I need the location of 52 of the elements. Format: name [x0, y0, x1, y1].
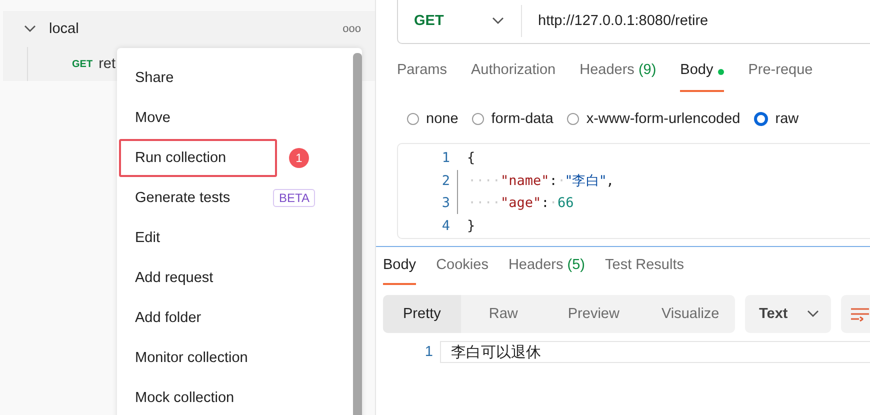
- scrollbar[interactable]: [353, 53, 362, 415]
- tab[interactable]: Body: [680, 62, 724, 92]
- tab[interactable]: Pre-reque: [748, 62, 813, 92]
- menu-item[interactable]: Mock collection: [119, 379, 277, 415]
- method-dropdown[interactable]: GET: [398, 5, 522, 37]
- beta-badge: BETA: [273, 189, 316, 207]
- collection-name: local: [49, 21, 80, 37]
- line-number: 4: [440, 218, 451, 234]
- view-tab[interactable]: Pretty: [383, 295, 461, 333]
- radio-label: x-www-form-urlencoded: [586, 111, 740, 127]
- collection-item[interactable]: local ooo: [3, 11, 375, 47]
- more-button[interactable]: ooo: [342, 23, 361, 35]
- code-line: ····"name":·"李白",: [457, 170, 614, 192]
- line-number: 1: [424, 344, 434, 360]
- url-field[interactable]: http://127.0.0.1:8080/retire: [538, 13, 708, 29]
- radio-label: none: [426, 111, 458, 127]
- tab[interactable]: Headers (9): [580, 62, 656, 92]
- line-number: 3: [440, 195, 451, 212]
- radio-label: raw: [775, 111, 799, 127]
- line-number: 2: [440, 172, 451, 189]
- code-line: ····"age":·66: [457, 192, 574, 214]
- code-editor[interactable]: 1 { 2 ····"name":·"李白", 3 ····"age":·66 4 }: [397, 143, 870, 239]
- menu-item[interactable]: Add folder: [119, 299, 277, 337]
- view-tab[interactable]: Raw: [460, 295, 546, 333]
- menu-item[interactable]: Add request: [119, 259, 277, 297]
- line-number: 1: [440, 150, 451, 166]
- format-dropdown[interactable]: Text: [745, 295, 831, 333]
- menu-item[interactable]: Share: [119, 59, 277, 97]
- view-tab[interactable]: Preview: [546, 295, 642, 333]
- code-line: {: [466, 149, 476, 168]
- view-tab[interactable]: Visualize: [641, 295, 740, 333]
- radio-button[interactable]: [472, 113, 484, 125]
- tab[interactable]: Authorization: [470, 62, 556, 92]
- tab[interactable]: Test Results: [605, 257, 684, 285]
- code-line: }: [466, 216, 476, 236]
- request-name: ret: [98, 56, 116, 72]
- tab[interactable]: Body: [383, 257, 416, 285]
- output-line: 李白可以退休: [440, 341, 870, 363]
- radio-button[interactable]: [567, 113, 580, 125]
- tab[interactable]: Headers (5): [508, 257, 586, 285]
- menu-item[interactable]: Run collection: [119, 139, 277, 177]
- radio-button[interactable]: [407, 113, 419, 125]
- step-badge: 1: [289, 148, 309, 168]
- radio-label: form-data: [491, 111, 554, 127]
- radio-button[interactable]: [754, 112, 768, 126]
- tab[interactable]: Cookies: [436, 257, 488, 285]
- menu-item[interactable]: Edit: [119, 219, 277, 257]
- method-label: GET: [72, 58, 93, 70]
- tab[interactable]: Params: [397, 62, 447, 92]
- menu-item[interactable]: Move: [119, 99, 277, 137]
- menu-item[interactable]: Monitor collection: [119, 339, 277, 377]
- wrap-button[interactable]: [841, 295, 870, 333]
